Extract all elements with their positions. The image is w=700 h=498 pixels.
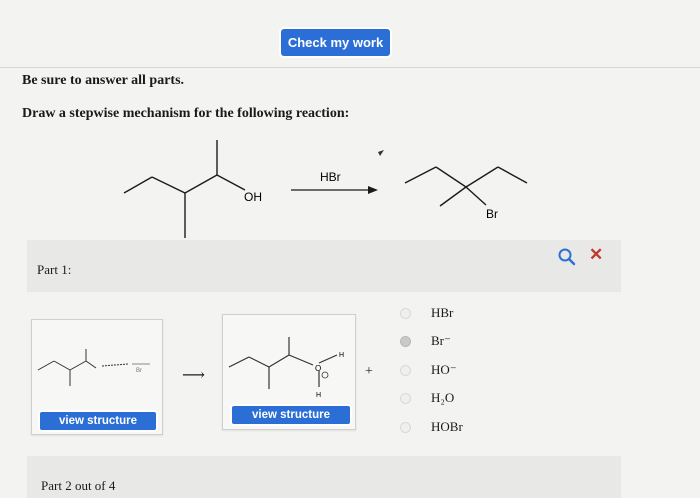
choice-br-minus[interactable]: Br⁻ (400, 328, 451, 354)
svg-text:Br: Br (136, 368, 142, 374)
reaction-arrowhead (368, 186, 378, 194)
close-icon[interactable]: ✕ (589, 245, 603, 265)
search-icon[interactable] (557, 247, 577, 267)
plus-sign: + (365, 364, 373, 379)
oxonium-h-bottom: H (316, 392, 321, 399)
choice-label: HBr (431, 305, 454, 320)
product-structure (404, 166, 528, 207)
view-structure-button-1[interactable]: view structure (40, 412, 156, 430)
radio-button[interactable] (400, 421, 411, 433)
instruction-mechanism: Draw a stepwise mechanism for the follow… (22, 106, 350, 121)
oxonium-o: O (315, 364, 321, 373)
part-1-header (27, 240, 621, 292)
choice-hobr[interactable]: HOBr (400, 414, 463, 440)
choice-label: HOBr (431, 419, 463, 434)
product-br-label: Br (486, 207, 498, 221)
structure-1-drawing: Br (37, 349, 150, 386)
mechanism-arrow: ⟶ (182, 367, 205, 384)
view-structure-button-2[interactable]: view structure (232, 406, 350, 424)
choice-label: Br⁻ (431, 333, 451, 348)
positive-charge-icon (321, 371, 329, 379)
mouse-cursor-icon (378, 150, 384, 156)
footer-bar (27, 456, 621, 498)
check-my-work-button[interactable]: Check my work (281, 29, 390, 56)
radio-button[interactable] (400, 307, 411, 319)
radio-button[interactable] (400, 335, 411, 347)
reagent-label: HBr (320, 170, 341, 184)
choice-h2o[interactable]: H₂O (400, 385, 454, 411)
instruction-answer-all: Be sure to answer all parts. (22, 73, 185, 88)
structure-2-drawing: H O H (228, 337, 344, 399)
radio-button[interactable] (400, 364, 411, 376)
reactant-oh-label: OH (244, 190, 262, 204)
reaction-scheme: OH HBr Br (123, 140, 528, 238)
radio-button[interactable] (400, 392, 411, 404)
reactant-structure (123, 140, 246, 238)
choice-hbr[interactable]: HBr (400, 300, 453, 326)
part-1-label: Part 1: (37, 262, 72, 277)
choice-label: H₂O (431, 390, 455, 405)
choice-ho-minus[interactable]: HO⁻ (400, 357, 457, 383)
oxonium-h-top: H (339, 352, 344, 359)
part-count: Part 2 out of 4 (41, 478, 116, 493)
header-divider (0, 67, 700, 68)
choice-label: HO⁻ (431, 362, 457, 377)
